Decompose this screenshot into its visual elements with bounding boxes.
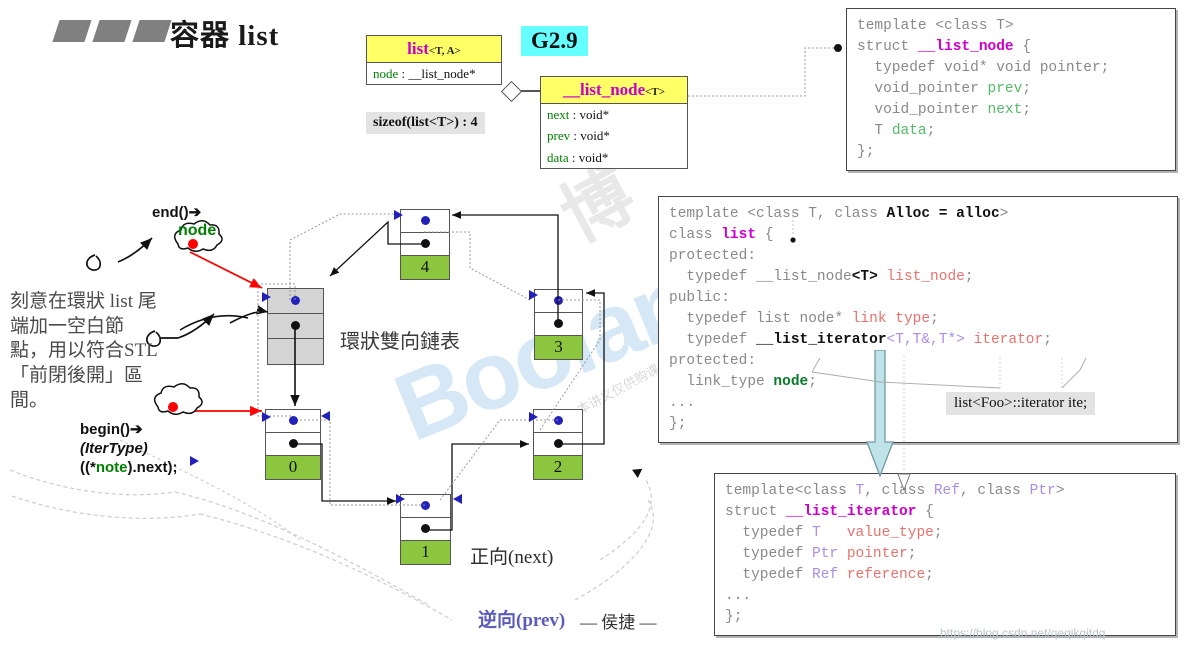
uml-list-template-args: <T, A> bbox=[428, 45, 461, 57]
end-annotation-label: end()➔ bbox=[152, 204, 202, 221]
field-name: data bbox=[547, 149, 569, 165]
field-name: node bbox=[373, 65, 399, 81]
list-node-2: 2 bbox=[533, 409, 583, 480]
prev-pointer-dot-icon bbox=[421, 501, 430, 511]
prev-pointer-dot-icon bbox=[553, 416, 563, 426]
uml-node-field-prev: prev : void* bbox=[541, 125, 687, 147]
node-value: 2 bbox=[534, 455, 582, 479]
field-type: void* bbox=[580, 128, 610, 144]
next-pointer-dot-icon bbox=[288, 439, 298, 449]
begin-line-2: (IterType) bbox=[80, 440, 148, 458]
next-pointer-dot-icon bbox=[553, 439, 563, 449]
field-sep: : bbox=[398, 65, 409, 81]
uml-list-name: list bbox=[407, 39, 429, 58]
title-decoration-bars bbox=[50, 20, 190, 42]
uml-list-header: list<T, A> bbox=[367, 36, 501, 63]
begin-line-3c: ).next); bbox=[127, 459, 178, 477]
next-pointer-dot-icon bbox=[554, 319, 563, 329]
sizeof-label: sizeof(list<T>) : 4 bbox=[366, 112, 485, 134]
node-value-empty bbox=[268, 338, 323, 364]
uml-list-field-node: node : __list_node* bbox=[367, 63, 501, 85]
node-value: 3 bbox=[535, 335, 582, 359]
code-block-list-iterator: template<class T, class Ref, class Ptr> … bbox=[714, 473, 1176, 637]
iterator-declaration-note: list<Foo>::iterator ite; bbox=[946, 392, 1096, 415]
begin-annotation-label: begin()➔ (IterType) ((*note).next); bbox=[80, 420, 178, 478]
node-value: 1 bbox=[401, 540, 450, 564]
chinese-explanation-note: 刻意在環狀 list 尾端加一空白節點，用以符合STL「前閉後開」區間。 bbox=[10, 291, 158, 411]
cyan-down-arrow-icon bbox=[866, 350, 894, 478]
code-line: template <class T> bbox=[857, 18, 1014, 34]
prev-pointer-dot-icon bbox=[420, 216, 430, 226]
list-node-0: 0 bbox=[265, 409, 321, 480]
field-sep: : bbox=[568, 149, 579, 165]
ring-structure-label: 環狀雙向鏈表 bbox=[340, 331, 460, 353]
uml-class-list: list<T, A> node : __list_node* bbox=[366, 35, 502, 86]
field-type: __list_node* bbox=[408, 65, 476, 81]
uml-node-header: __list_node<T> bbox=[541, 77, 687, 104]
field-type: void* bbox=[578, 149, 609, 165]
node-annotation-label: node bbox=[178, 222, 217, 239]
uml-node-name: __list_node bbox=[562, 80, 646, 99]
slide-number-badge: G2.9 bbox=[521, 26, 588, 56]
list-node-3: 3 bbox=[534, 289, 583, 360]
list-node-sentinel bbox=[267, 288, 324, 365]
page-title: 容器 list bbox=[170, 20, 280, 52]
begin-line-1: begin()➔ bbox=[80, 421, 143, 438]
field-name: prev bbox=[547, 128, 571, 144]
field-sep: : bbox=[569, 106, 580, 122]
list-node-1: 1 bbox=[400, 494, 451, 565]
field-sep: : bbox=[570, 128, 581, 144]
next-pointer-dot-icon bbox=[420, 239, 430, 249]
next-pointer-dot-icon bbox=[291, 321, 300, 331]
reverse-direction-label: 逆向(prev) bbox=[478, 610, 566, 631]
aggregation-diamond-icon bbox=[500, 80, 523, 103]
node-value: 0 bbox=[266, 455, 320, 479]
list-node-4: 4 bbox=[400, 209, 450, 280]
uml-class-list-node: __list_node<T> next : void* prev : void*… bbox=[540, 76, 688, 170]
next-pointer-dot-icon bbox=[421, 524, 430, 534]
field-type: void* bbox=[579, 106, 610, 122]
uml-node-template-args: <T> bbox=[645, 86, 666, 98]
forward-direction-label: 正向(next) bbox=[470, 547, 554, 568]
uml-node-field-next: next : void* bbox=[541, 104, 687, 126]
prev-pointer-dot-icon bbox=[554, 296, 563, 306]
code-block-list-node: template <class T> struct __list_node { … bbox=[846, 8, 1176, 172]
author-label: — 侯捷 — bbox=[580, 613, 657, 632]
node-value: 4 bbox=[401, 255, 449, 279]
begin-line-3a: ((* bbox=[80, 459, 96, 477]
prev-pointer-dot-icon bbox=[291, 296, 300, 306]
uml-node-field-data: data : void* bbox=[541, 147, 687, 169]
code-block-list-class: template <class T, class Alloc = alloc> … bbox=[658, 196, 1178, 444]
prev-pointer-dot-icon bbox=[288, 416, 298, 426]
begin-line-3b: note bbox=[95, 459, 128, 477]
field-name: next bbox=[547, 106, 570, 122]
